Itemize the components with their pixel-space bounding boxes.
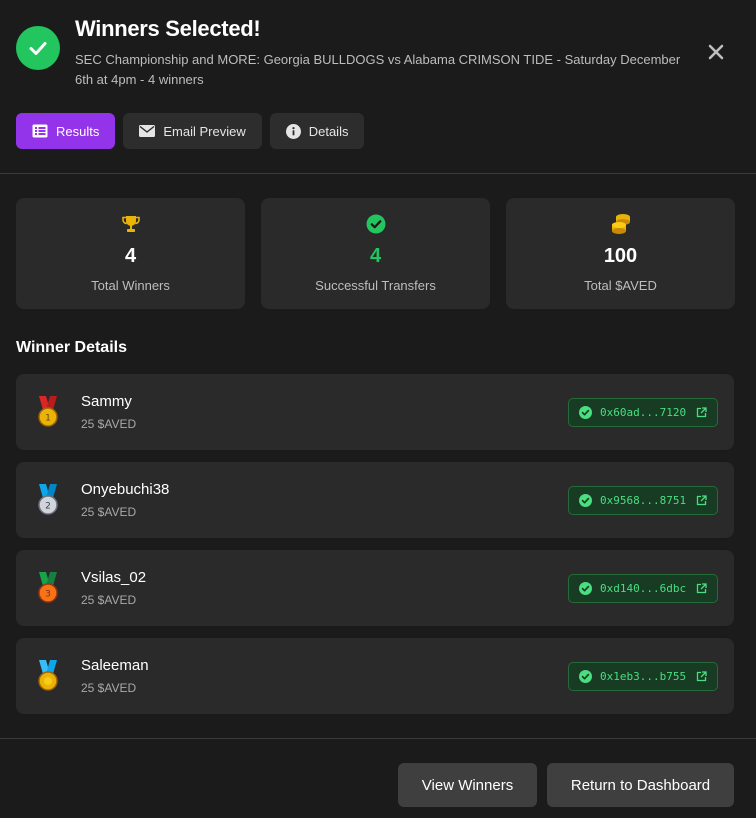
transaction-hash: 0xd140...6dbc	[600, 582, 687, 595]
stat-successful-transfers-label: Successful Transfers	[315, 278, 436, 293]
winner-amount: 25 $AVED	[81, 417, 137, 431]
winner-name: Saleeman	[81, 657, 149, 674]
transaction-link[interactable]: 0x9568...8751	[568, 486, 718, 515]
tab-results[interactable]: Results	[16, 113, 116, 149]
winner-amount: 25 $AVED	[81, 681, 137, 695]
stat-total-winners-label: Total Winners	[91, 278, 170, 293]
tab-results-label: Results	[56, 123, 100, 139]
transaction-hash: 0x9568...8751	[600, 494, 687, 507]
medal-icon	[38, 660, 58, 691]
winner-amount: 25 $AVED	[81, 593, 137, 607]
transaction-hash: 0x60ad...7120	[600, 406, 687, 419]
close-icon	[708, 44, 724, 60]
external-link-icon	[696, 407, 707, 418]
transaction-link[interactable]: 0xd140...6dbc	[568, 574, 718, 603]
stat-total-winners: 4 Total Winners	[16, 198, 245, 309]
winner-row: 3 Vsilas_02 25 $AVED 0xd140...6dbc	[16, 550, 734, 626]
envelope-icon	[139, 125, 156, 137]
view-winners-button[interactable]: View Winners	[398, 763, 537, 807]
svg-text:2: 2	[45, 502, 51, 512]
winner-list: 1 Sammy 25 $AVED 0x60ad...7120 2 Onyebuc…	[16, 374, 734, 726]
return-to-dashboard-button[interactable]: Return to Dashboard	[547, 763, 734, 807]
winner-name: Vsilas_02	[81, 569, 147, 586]
winner-amount: 25 $AVED	[81, 505, 137, 519]
transaction-hash: 0x1eb3...b755	[600, 670, 687, 683]
stats-row: 4 Total Winners 4 Successful Transfers 1…	[16, 198, 735, 309]
gold-medal-icon: 1	[38, 396, 58, 427]
close-button[interactable]	[704, 40, 728, 64]
tab-bar: Results Email Preview Details	[16, 113, 365, 149]
winner-row: 1 Sammy 25 $AVED 0x60ad...7120	[16, 374, 734, 450]
bronze-medal-icon: 3	[38, 572, 58, 603]
transaction-link[interactable]: 0x1eb3...b755	[568, 662, 718, 691]
stat-successful-transfers-value: 4	[369, 245, 382, 267]
svg-text:1: 1	[45, 414, 51, 424]
tab-details[interactable]: Details	[269, 113, 365, 149]
trophy-icon	[121, 216, 140, 232]
footer-divider	[0, 738, 756, 739]
winner-name: Onyebuchi38	[81, 481, 170, 498]
check-circle-icon	[579, 582, 592, 595]
transaction-link[interactable]: 0x60ad...7120	[568, 398, 718, 427]
winner-row: 2 Onyebuchi38 25 $AVED 0x9568...8751	[16, 462, 734, 538]
stat-total-saved-label: Total $AVED	[584, 278, 657, 293]
stat-successful-transfers: 4 Successful Transfers	[261, 198, 490, 309]
modal-title: Winners Selected!	[75, 16, 261, 41]
info-icon	[285, 123, 301, 139]
stat-total-saved: 100 Total $AVED	[506, 198, 735, 309]
modal-subtitle: SEC Championship and MORE: Georgia BULLD…	[75, 52, 681, 87]
header-divider	[0, 173, 756, 174]
tab-email-preview-label: Email Preview	[163, 123, 246, 139]
check-circle-icon	[366, 214, 385, 234]
check-circle-icon	[579, 494, 592, 507]
list-icon	[32, 124, 48, 138]
modal-header: Winners Selected! SEC Championship and M…	[16, 16, 740, 96]
tab-email-preview[interactable]: Email Preview	[123, 113, 262, 149]
check-circle-icon	[579, 406, 592, 419]
external-link-icon	[696, 583, 707, 594]
external-link-icon	[696, 495, 707, 506]
success-check-icon	[16, 26, 60, 70]
winner-details-heading: Winner Details	[16, 339, 127, 356]
check-circle-icon	[579, 670, 592, 683]
external-link-icon	[696, 671, 707, 682]
winner-name: Sammy	[81, 393, 132, 410]
stat-total-winners-value: 4	[124, 245, 137, 267]
winner-row: Saleeman 25 $AVED 0x1eb3...b755	[16, 638, 734, 714]
svg-text:3: 3	[45, 590, 51, 600]
silver-medal-icon: 2	[38, 484, 58, 515]
stat-total-saved-value: 100	[603, 245, 638, 267]
tab-details-label: Details	[308, 123, 349, 139]
coins-icon	[611, 214, 630, 234]
